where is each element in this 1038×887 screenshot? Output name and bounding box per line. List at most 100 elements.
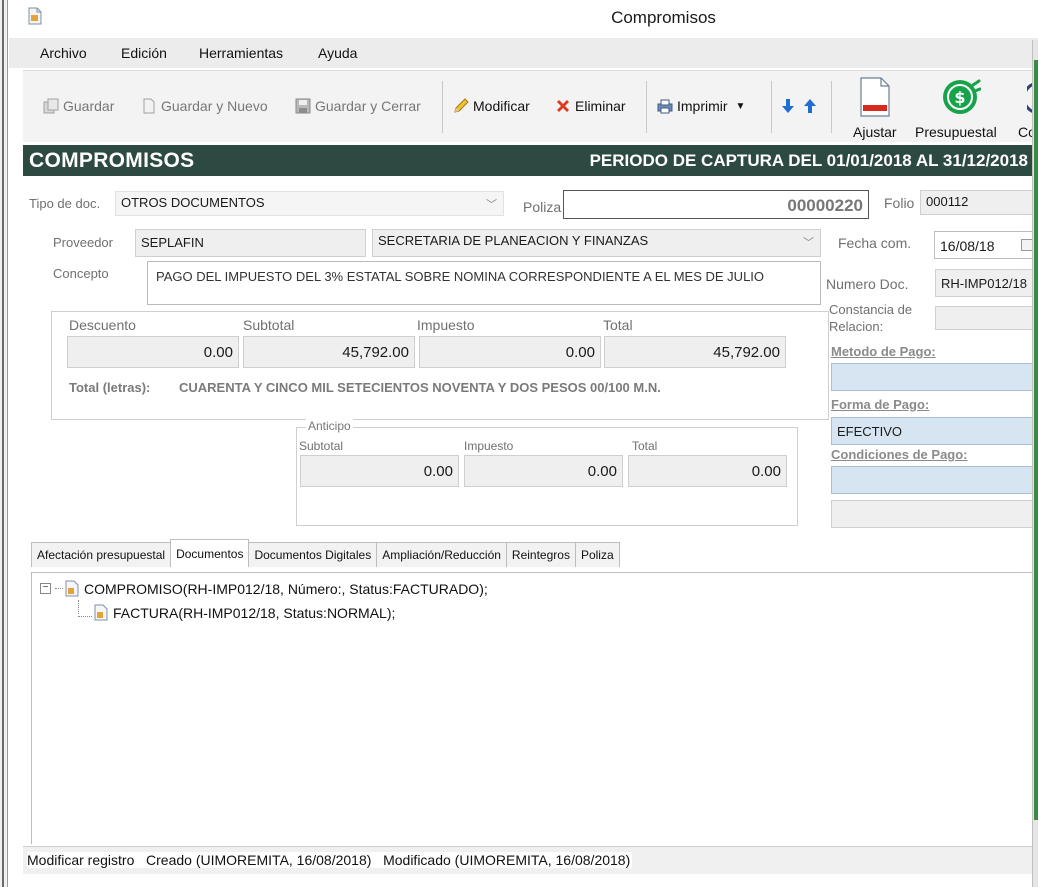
guardar-button[interactable]: Guardar — [43, 98, 114, 114]
proveedor-name-value: SECRETARIA DE PLANEACION Y FINANZAS — [378, 233, 649, 248]
forma-pago-label[interactable]: Forma de Pago: — [831, 397, 929, 412]
descuento-field[interactable]: 0.00 — [67, 336, 239, 368]
anticipo-title: Anticipo — [306, 419, 353, 433]
subtotal-label: Subtotal — [243, 317, 295, 333]
metodo-pago-field[interactable] — [831, 363, 1038, 391]
menu-bar: Archivo Edición Herramientas Ayuda — [9, 38, 1038, 68]
forma-pago-field[interactable]: EFECTIVO — [831, 417, 1038, 445]
fecha-com-label: Fecha com. — [838, 235, 912, 251]
guardar-cerrar-label: Guardar y Cerrar — [315, 98, 421, 114]
toolbar-separator — [442, 81, 443, 133]
folio-label: Folio — [884, 195, 915, 211]
guardar-nuevo-button[interactable]: Guardar y Nuevo — [141, 98, 268, 114]
title-bar: Compromisos — [9, 0, 1038, 36]
arrow-up-icon[interactable] — [803, 98, 817, 114]
proveedor-code-field[interactable]: SEPLAFIN — [135, 229, 366, 257]
modificar-label: Modificar — [473, 98, 530, 114]
total-field[interactable]: 45,792.00 — [604, 336, 786, 368]
extra-field[interactable] — [831, 500, 1038, 528]
arrow-down-icon[interactable] — [781, 98, 795, 114]
tab-reintegros[interactable]: Reintegros — [505, 542, 576, 567]
descuento-label: Descuento — [69, 317, 136, 333]
delete-x-icon — [557, 100, 569, 112]
modificar-button[interactable]: Modificar — [453, 98, 530, 114]
impuesto-label: Impuesto — [417, 317, 475, 333]
presupuestal-label: Presupuestal — [915, 124, 997, 140]
tab-ampliacion-reduccion[interactable]: Ampliación/Reducción — [376, 542, 507, 567]
documentos-panel: − COMPROMISO(RH-IMP012/18, Número:, Stat… — [31, 572, 1038, 844]
concepto-field[interactable]: PAGO DEL IMPUESTO DEL 3% ESTATAL SOBRE N… — [147, 261, 821, 305]
tree-item-compromiso[interactable]: − COMPROMISO(RH-IMP012/18, Número:, Stat… — [40, 580, 488, 597]
condiciones-pago-label[interactable]: Condiciones de Pago: — [831, 447, 968, 462]
floppy-icon — [295, 98, 311, 114]
eliminar-label: Eliminar — [575, 98, 626, 114]
condiciones-pago-field[interactable] — [831, 466, 1038, 494]
imprimir-label: Imprimir — [677, 98, 728, 114]
subtotal-field[interactable]: 45,792.00 — [243, 336, 415, 368]
new-document-icon — [143, 98, 155, 114]
compromiso-form: Tipo de doc. OTROS DOCUMENTOS ﹀ Poliza 0… — [23, 178, 1038, 538]
printer-icon — [657, 99, 673, 114]
anticipo-subtotal-field[interactable]: 0.00 — [300, 455, 459, 487]
status-bar: Modificar registro Creado (UIMOREMITA, 1… — [23, 846, 1038, 874]
menu-ayuda[interactable]: Ayuda — [318, 45, 357, 61]
imprimir-button[interactable]: Imprimir ▼ — [657, 98, 745, 114]
total-letras-label: Total (letras): — [69, 380, 151, 395]
status-text: Modificar registro Creado (UIMOREMITA, 1… — [27, 852, 633, 868]
adjust-document-icon — [860, 77, 890, 117]
toolbar-separator — [771, 81, 772, 133]
tab-poliza[interactable]: Poliza — [574, 542, 620, 567]
constancia-field[interactable] — [935, 306, 1038, 330]
total-letras-value: CUARENTA Y CINCO MIL SETECIENTOS NOVENTA… — [179, 380, 661, 395]
ajustar-label: Ajustar — [853, 124, 897, 140]
window-title: Compromisos — [611, 8, 716, 27]
periodo-captura: PERIODO DE CAPTURA DEL 01/01/2018 AL 31/… — [589, 151, 1028, 170]
tipo-doc-select[interactable]: OTROS DOCUMENTOS ﹀ — [115, 191, 504, 216]
tree-factura-label: FACTURA(RH-IMP012/18, Status:NORMAL); — [113, 604, 396, 621]
concepto-label: Concepto — [53, 266, 109, 281]
tree-item-factura[interactable]: FACTURA(RH-IMP012/18, Status:NORMAL); — [78, 604, 395, 621]
section-title: COMPROMISOS — [29, 149, 195, 172]
tab-documentos[interactable]: Documentos — [170, 539, 250, 566]
menu-herramientas[interactable]: Herramientas — [199, 45, 283, 61]
collapse-icon[interactable]: − — [40, 583, 51, 594]
menu-archivo[interactable]: Archivo — [40, 45, 87, 61]
numero-doc-label: Numero Doc. — [826, 276, 909, 292]
numero-doc-field[interactable]: RH-IMP012/18 — [935, 269, 1038, 297]
relacion-label: Relacion: — [829, 319, 884, 334]
tab-documentos-digitales[interactable]: Documentos Digitales — [248, 542, 378, 567]
document-icon — [94, 604, 108, 621]
toolbar: Guardar Guardar y Nuevo Guardar y Cerrar… — [23, 70, 1038, 142]
menu-edicion[interactable]: Edición — [121, 45, 167, 61]
poliza-field[interactable]: 00000220 — [563, 190, 869, 219]
total-label: Total — [603, 317, 633, 333]
metodo-pago-label[interactable]: Metodo de Pago: — [831, 344, 936, 359]
folio-field[interactable]: 000112 — [920, 190, 1038, 215]
toolbar-separator — [646, 81, 647, 133]
guardar-cerrar-button[interactable]: Guardar y Cerrar — [295, 98, 421, 114]
tree-connector — [55, 588, 63, 589]
tab-afectacion-presupuestal[interactable]: Afectación presupuestal — [31, 542, 172, 567]
parent-window-edge — [0, 0, 8, 887]
fecha-com-field[interactable]: 16/08/18 — [934, 231, 1038, 259]
constancia-label: Constancia de — [829, 302, 913, 317]
proveedor-label: Proveedor — [53, 235, 113, 250]
chevron-down-icon[interactable]: ▼ — [736, 101, 746, 112]
anticipo-impuesto-field[interactable]: 0.00 — [464, 455, 623, 487]
fecha-com-value: 16/08/18 — [940, 238, 995, 254]
anticipo-total-field[interactable]: 0.00 — [628, 455, 787, 487]
anticipo-total-label: Total — [632, 439, 658, 453]
section-banner: COMPROMISOS PERIODO DE CAPTURA DEL 01/01… — [23, 145, 1038, 176]
right-window-edge — [1032, 40, 1038, 887]
tipo-doc-label: Tipo de doc. — [29, 196, 101, 211]
document-icon — [65, 580, 79, 597]
toolbar-separator — [831, 81, 832, 133]
poliza-label: Poliza — [523, 199, 562, 215]
impuesto-field[interactable]: 0.00 — [419, 336, 601, 368]
save-copy-icon — [43, 98, 59, 114]
guardar-nuevo-label: Guardar y Nuevo — [161, 98, 268, 114]
anticipo-subtotal-label: Subtotal — [299, 439, 344, 453]
proveedor-name-select[interactable]: SECRETARIA DE PLANEACION Y FINANZAS ﹀ — [372, 229, 821, 257]
eliminar-button[interactable]: Eliminar — [555, 98, 626, 114]
pencil-icon — [454, 98, 469, 113]
